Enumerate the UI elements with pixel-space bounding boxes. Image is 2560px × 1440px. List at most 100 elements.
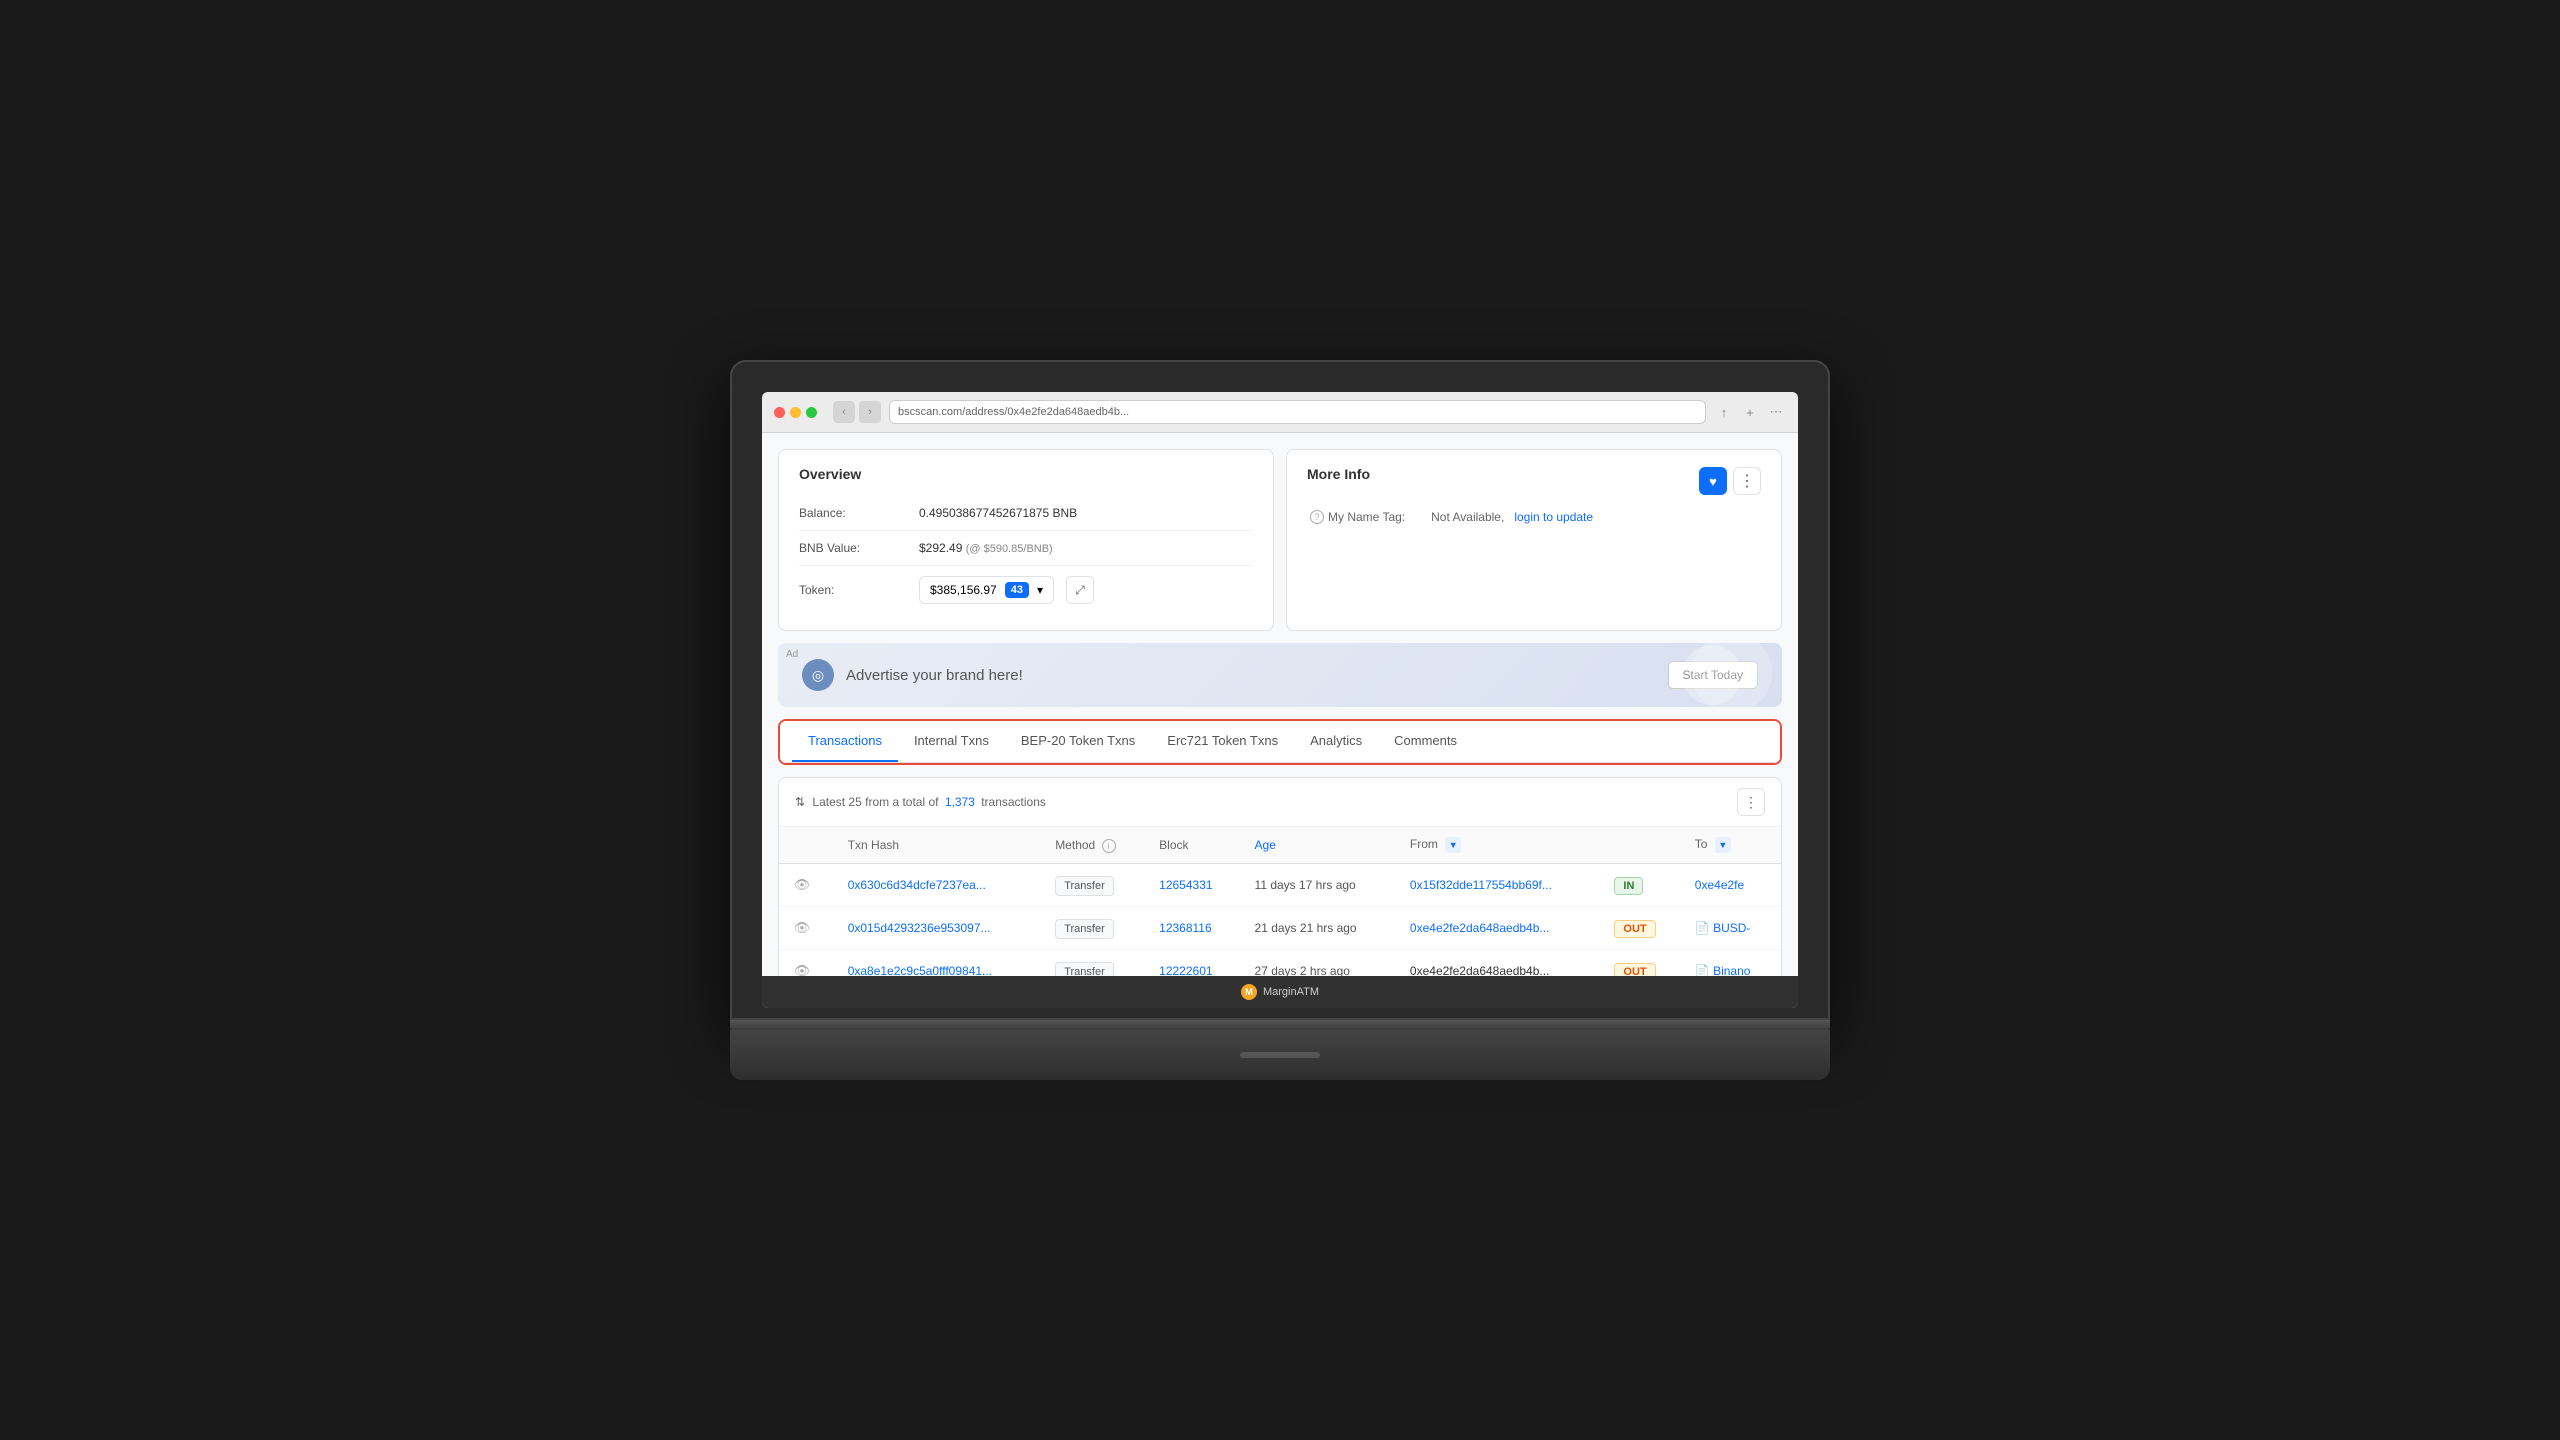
direction-badge-1: IN [1614, 877, 1643, 895]
token-row: Token: $385,156.97 43 ▾ ⤢ [799, 566, 1253, 614]
table-header: Txn Hash Method i Block Age From ▼ [779, 827, 1781, 864]
name-tag-label: ? My Name Tag: [1307, 510, 1405, 524]
browser-actions: ↑ + ⋯ [1714, 402, 1786, 422]
to-link-2[interactable]: 📄 BUSD- [1695, 921, 1751, 935]
balance-label: Balance: [799, 506, 919, 520]
row-eye-button-2[interactable]: 👁 [791, 917, 813, 939]
row-eye-button-3[interactable]: 👁 [791, 960, 813, 976]
table-row: 👁 0xa8e1e2c9c5a0fff09841... Transfer 122… [779, 950, 1781, 977]
tab-erc721[interactable]: Erc721 Token Txns [1151, 721, 1294, 762]
transactions-table-section: ⇅ Latest 25 from a total of 1,373 transa… [778, 777, 1782, 976]
more-info-header: More Info ♥ ⋮ [1307, 466, 1761, 496]
table-row: 👁 0x015d4293236e953097... Transfer 12368… [779, 907, 1781, 950]
taskbar-app-name: MarginATM [1263, 986, 1319, 998]
method-help-icon[interactable]: i [1102, 839, 1116, 853]
tabs-container: Transactions Internal Txns BEP-20 Token … [778, 719, 1782, 765]
name-tag-row: ? My Name Tag: Not Available, login to u… [1307, 510, 1761, 524]
th-method: Method i [1043, 827, 1147, 864]
filter-icon: ⇅ [795, 795, 805, 809]
overview-card: Overview Balance: 0.495038677452671875 B… [778, 449, 1274, 631]
favorite-button[interactable]: ♥ [1699, 467, 1727, 495]
block-link-2[interactable]: 12368116 [1159, 921, 1212, 935]
more-options-button[interactable]: ⋮ [1733, 467, 1761, 495]
token-value: $385,156.97 [930, 583, 997, 597]
bnb-value: $292.49 (@ $590.85/BNB) [919, 541, 1053, 555]
more-info-card: More Info ♥ ⋮ ? My Name Tag: Not Ava [1286, 449, 1782, 631]
method-badge-3: Transfer [1055, 962, 1114, 976]
help-icon[interactable]: ? [1310, 510, 1324, 524]
close-window-button[interactable] [774, 407, 785, 418]
to-link-1[interactable]: 0xe4e2fe [1695, 878, 1744, 892]
ad-text: Advertise your brand here! [846, 667, 1023, 684]
tab-analytics[interactable]: Analytics [1294, 721, 1378, 762]
token-dropdown[interactable]: $385,156.97 43 ▾ [919, 576, 1054, 604]
from-link-1[interactable]: 0x15f32dde117554bb69f... [1410, 878, 1552, 892]
tab-transactions[interactable]: Transactions [792, 721, 898, 762]
name-tag-not-available: Not Available, [1431, 510, 1504, 524]
ad-banner: Ad ◎ Advertise your brand here! Start To… [778, 643, 1782, 707]
dropdown-arrow-icon: ▾ [1037, 583, 1043, 597]
laptop-base [730, 1020, 1830, 1080]
direction-badge-3: OUT [1614, 963, 1655, 976]
login-to-update-link[interactable]: login to update [1514, 510, 1593, 524]
block-link-1[interactable]: 12654331 [1159, 878, 1212, 892]
from-link-3: 0xe4e2fe2da648aedb4b... [1410, 964, 1549, 976]
page-content: Overview Balance: 0.495038677452671875 B… [762, 433, 1798, 976]
from-link-2[interactable]: 0xe4e2fe2da648aedb4b... [1410, 921, 1549, 935]
laptop-hinge [730, 1020, 1830, 1030]
txn-hash-link-1[interactable]: 0x630c6d34dcfe7237ea... [848, 878, 986, 892]
total-count-link[interactable]: 1,373 [945, 795, 975, 809]
expand-button[interactable]: ⤢ [1066, 576, 1094, 604]
method-badge-1: Transfer [1055, 876, 1114, 896]
ad-label: Ad [786, 649, 798, 660]
to-link-3[interactable]: 📄 Binano [1695, 964, 1751, 976]
th-age: Age [1243, 827, 1398, 864]
laptop-bottom [730, 1030, 1830, 1080]
taskbar: M MarginATM [762, 976, 1798, 1008]
token-label: Token: [799, 583, 919, 597]
age-2: 21 days 21 hrs ago [1255, 921, 1357, 935]
bnb-value-label: BNB Value: [799, 541, 919, 555]
back-button[interactable]: ‹ [833, 401, 855, 423]
address-bar[interactable]: bscscan.com/address/0x4e2fe2da648aedb4b.… [889, 400, 1706, 424]
th-spacer [1602, 827, 1682, 864]
age-3: 27 days 2 hrs ago [1255, 964, 1350, 976]
th-to: To ▼ [1683, 827, 1781, 864]
ad-decoration2 [1692, 643, 1772, 707]
transactions-table: Txn Hash Method i Block Age From ▼ [779, 827, 1781, 976]
th-block: Block [1147, 827, 1242, 864]
from-filter-icon[interactable]: ▼ [1445, 837, 1461, 853]
more-info-actions: ♥ ⋮ [1699, 467, 1761, 495]
overview-title: Overview [799, 466, 1253, 482]
block-link-3[interactable]: 12222601 [1159, 964, 1212, 976]
table-header-row: ⇅ Latest 25 from a total of 1,373 transa… [779, 778, 1781, 827]
token-count-badge: 43 [1005, 582, 1029, 598]
table-options-button[interactable]: ⋮ [1737, 788, 1765, 816]
maximize-window-button[interactable] [806, 407, 817, 418]
th-eye [779, 827, 836, 864]
txn-hash-link-2[interactable]: 0x015d4293236e953097... [848, 921, 991, 935]
ad-logo-icon: ◎ [802, 659, 834, 691]
th-from: From ▼ [1398, 827, 1602, 864]
balance-value: 0.495038677452671875 BNB [919, 506, 1077, 520]
share-icon[interactable]: ↑ [1714, 402, 1734, 422]
tab-comments[interactable]: Comments [1378, 721, 1473, 762]
age-1: 11 days 17 hrs ago [1255, 878, 1356, 892]
menu-icon[interactable]: ⋯ [1766, 402, 1786, 422]
minimize-window-button[interactable] [790, 407, 801, 418]
tab-bep20[interactable]: BEP-20 Token Txns [1005, 721, 1151, 762]
table-row: 👁 0x630c6d34dcfe7237ea... Transfer 12654… [779, 864, 1781, 907]
ad-content: ◎ Advertise your brand here! [802, 659, 1023, 691]
more-info-title: More Info [1307, 466, 1370, 482]
row-eye-button-1[interactable]: 👁 [791, 874, 813, 896]
forward-button[interactable]: › [859, 401, 881, 423]
laptop-notch [1240, 1052, 1320, 1058]
txn-hash-link-3[interactable]: 0xa8e1e2c9c5a0fff09841... [848, 964, 992, 976]
tab-internal-txns[interactable]: Internal Txns [898, 721, 1005, 762]
bookmark-icon[interactable]: + [1740, 402, 1760, 422]
overview-row: Overview Balance: 0.495038677452671875 B… [778, 449, 1782, 631]
to-filter-icon[interactable]: ▼ [1715, 837, 1731, 853]
method-badge-2: Transfer [1055, 919, 1114, 939]
browser-chrome: ‹ › bscscan.com/address/0x4e2fe2da648aed… [762, 392, 1798, 433]
token-selector: $385,156.97 43 ▾ ⤢ [919, 576, 1094, 604]
